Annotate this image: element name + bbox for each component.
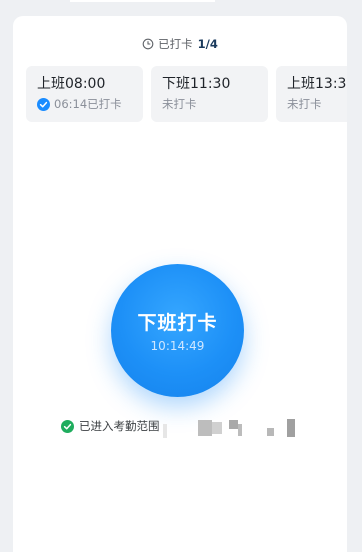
punch-button-label: 下班打卡 xyxy=(137,312,218,334)
shift-card[interactable]: 上班08:00 06:14已打卡 xyxy=(26,66,143,122)
punch-progress: 已打卡 1/4 xyxy=(13,36,347,52)
progress-count: 1/4 xyxy=(197,37,218,51)
shift-status-text: 未打卡 xyxy=(162,97,197,111)
shift-status: 未打卡 xyxy=(287,97,347,111)
shift-status: 未打卡 xyxy=(162,97,268,111)
location-status: 已进入考勤范围 xyxy=(61,418,160,434)
attendance-card: 已打卡 1/4 上班08:00 06:14已打卡 下班11:30 未打卡 上班1… xyxy=(13,16,347,552)
location-status-text: 已进入考勤范围 xyxy=(79,419,160,433)
shift-title: 上班13:30 xyxy=(287,76,347,92)
shift-card[interactable]: 下班11:30 未打卡 xyxy=(151,66,268,122)
punch-out-button[interactable]: 下班打卡 10:14:49 xyxy=(111,264,244,397)
check-circle-icon xyxy=(61,419,74,433)
check-circle-icon xyxy=(37,97,50,111)
clock-icon xyxy=(142,38,154,50)
shift-card[interactable]: 上班13:30 未打卡 xyxy=(276,66,347,122)
progress-label: 已打卡 xyxy=(158,37,193,51)
shift-status: 06:14已打卡 xyxy=(37,97,143,111)
shift-title: 上班08:00 xyxy=(37,76,106,92)
shift-status-text: 06:14已打卡 xyxy=(54,97,122,111)
top-strip xyxy=(70,0,215,2)
current-time: 10:14:49 xyxy=(150,339,205,353)
shift-title: 下班11:30 xyxy=(162,76,231,92)
shift-status-text: 未打卡 xyxy=(287,97,322,111)
shift-list: 上班08:00 06:14已打卡 下班11:30 未打卡 上班13:30 未打卡 xyxy=(26,66,347,122)
